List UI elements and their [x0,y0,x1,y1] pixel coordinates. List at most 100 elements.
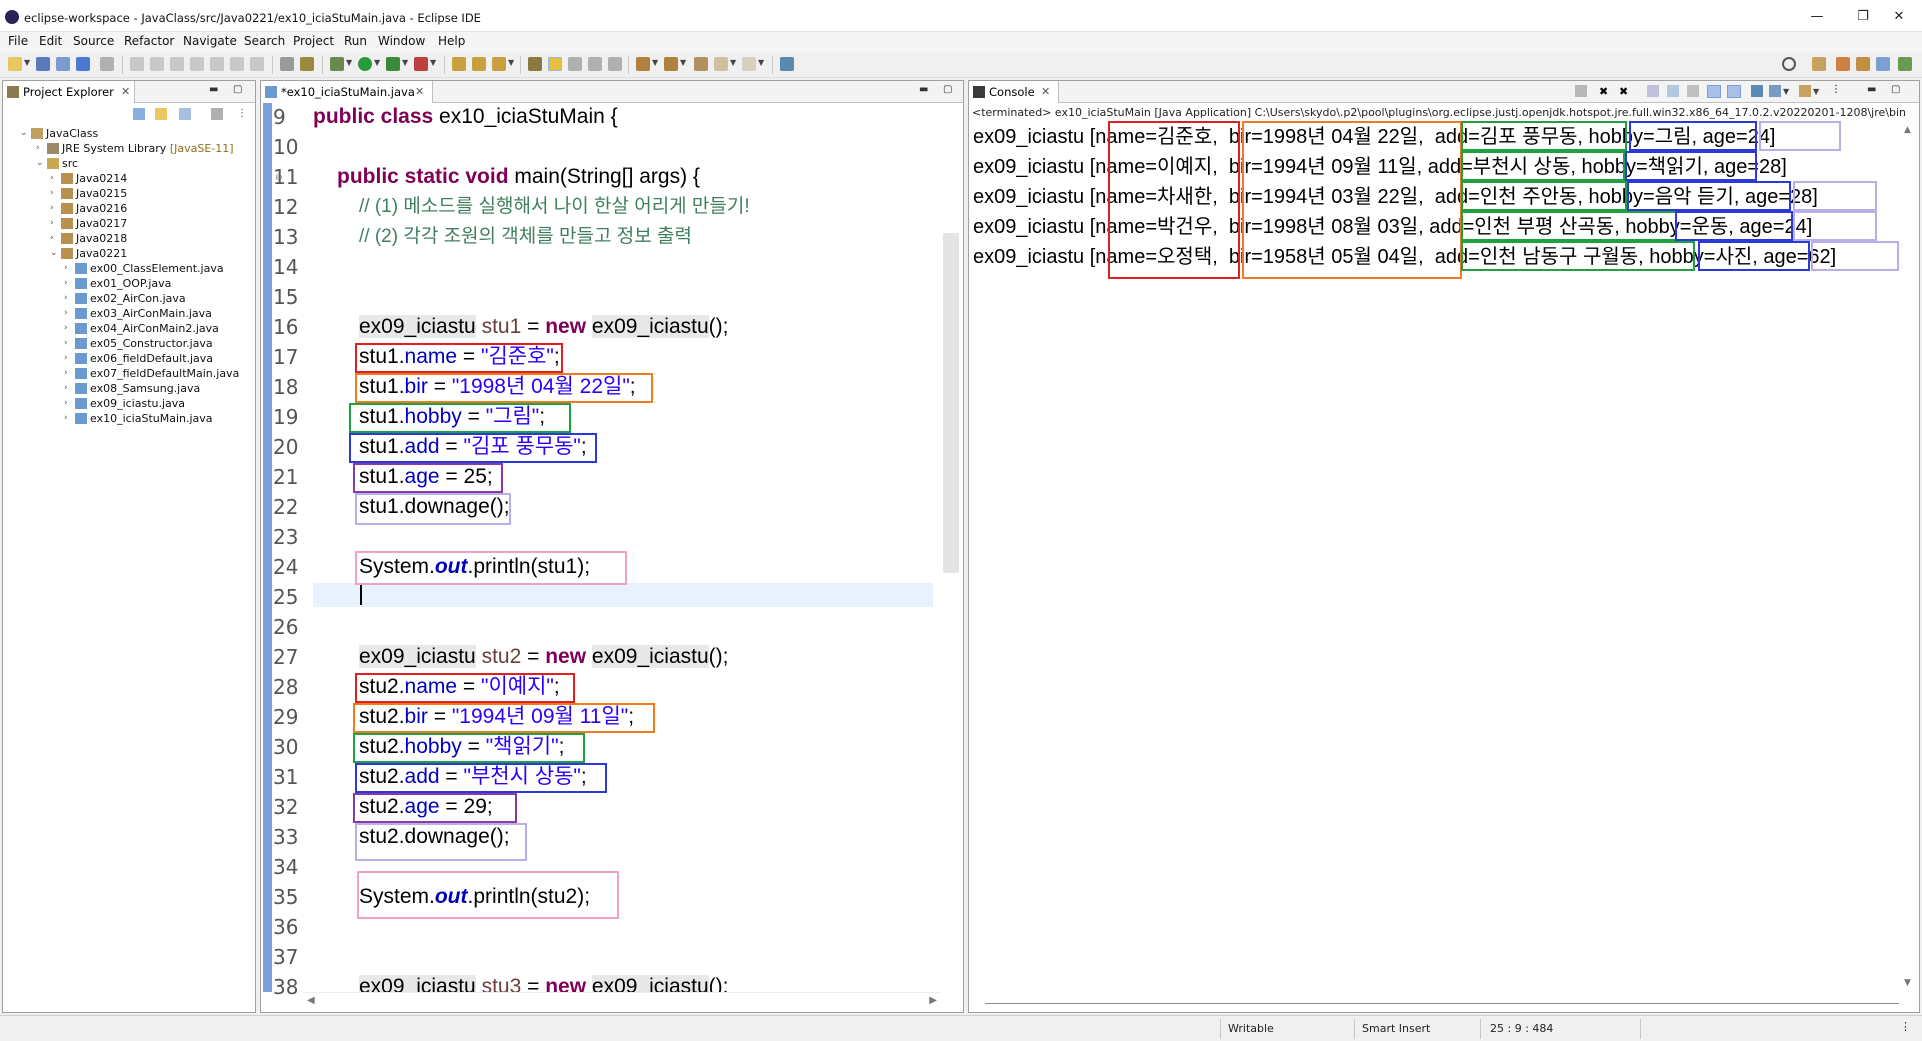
new-icon[interactable] [8,57,22,71]
menu-project[interactable]: Project [293,34,334,48]
last-edit-location-icon[interactable] [694,57,708,71]
word-wrap-icon[interactable] [1687,85,1699,97]
close-icon[interactable]: ✕ [121,81,130,103]
chevron-right-icon[interactable]: › [64,351,68,366]
more-icon[interactable]: ⋮ [237,108,247,119]
skip-breakpoints-icon[interactable] [100,57,114,71]
view-menu-icon[interactable]: ⋮ [1831,84,1841,95]
chevron-down-icon[interactable]: ⌄ [50,246,58,261]
dropdown-arrow-icon[interactable]: ▼ [730,58,736,67]
chevron-right-icon[interactable]: › [64,411,68,426]
dropdown-arrow-icon[interactable]: ▼ [430,58,436,67]
scroll-right-icon[interactable]: ▶ [929,995,937,1006]
scroll-up-icon[interactable]: ▲ [1904,125,1911,135]
step-return-icon[interactable] [250,57,264,71]
tab-editor-file[interactable]: *ex10_iciaStuMain.java ✕ [261,81,433,103]
chevron-right-icon[interactable]: › [64,381,68,396]
remove-launch-icon[interactable]: ✖ [1599,85,1608,98]
chevron-right-icon[interactable]: › [64,366,68,381]
show-whitespace-icon[interactable] [588,57,602,71]
chevron-right-icon[interactable]: › [64,291,68,306]
java-perspective-icon[interactable] [1856,57,1870,71]
view-menu-icon[interactable] [211,108,223,120]
dropdown-arrow-icon[interactable]: ▼ [758,58,764,67]
back-icon[interactable] [714,57,728,71]
dropdown-arrow-icon[interactable]: ▼ [374,58,380,67]
dropdown-arrow-icon[interactable]: ▼ [508,58,514,67]
chevron-right-icon[interactable]: › [50,216,54,231]
menu-window[interactable]: Window [378,34,425,48]
chevron-right-icon[interactable]: › [50,186,54,201]
vertical-scrollbar[interactable]: ▲ ▼ [1901,125,1917,988]
filter-icon[interactable] [179,108,191,120]
chevron-right-icon[interactable]: › [50,201,54,216]
search-icon[interactable] [1782,57,1796,71]
show-on-output-icon[interactable] [1707,85,1721,98]
menu-help[interactable]: Help [438,34,465,48]
menu-file[interactable]: File [8,34,28,48]
horizontal-scrollbar[interactable] [985,1003,1899,1004]
terminate-icon[interactable] [1575,85,1587,97]
close-button[interactable]: ✕ [1876,6,1922,28]
debug-config-icon[interactable] [300,57,314,71]
scrollbar-thumb[interactable] [943,233,959,573]
tab-project-explorer[interactable]: Project Explorer ✕ [3,81,135,103]
open-type-icon[interactable] [528,57,542,71]
dropdown-arrow-icon[interactable]: ▼ [24,58,30,67]
chevron-right-icon[interactable]: › [64,396,68,411]
toggle-block-selection-icon[interactable] [568,57,582,71]
new-class-icon[interactable] [492,57,506,71]
close-icon[interactable]: ✕ [415,81,424,103]
save-all-icon[interactable] [56,57,70,71]
dropdown-arrow-icon[interactable]: ▼ [1813,87,1819,96]
dropdown-arrow-icon[interactable]: ▼ [402,58,408,67]
more-icon[interactable]: ⋮ [1900,1020,1911,1033]
terminate-icon[interactable] [170,57,184,71]
minimize-view-icon[interactable]: ▬ [1867,84,1876,95]
chevron-right-icon[interactable]: › [64,276,68,291]
previous-annotation-icon[interactable] [664,57,678,71]
next-annotation-icon[interactable] [636,57,650,71]
menu-source[interactable]: Source [73,34,114,48]
minimize-button[interactable]: — [1794,6,1840,28]
coverage-icon[interactable] [386,57,400,71]
step-over-icon[interactable] [230,57,244,71]
minimize-view-icon[interactable]: ▬ [209,84,218,95]
chevron-right-icon[interactable]: › [50,231,54,246]
chevron-right-icon[interactable]: › [50,171,54,186]
chevron-right-icon[interactable]: › [36,141,40,156]
suspend-icon[interactable] [150,57,164,71]
link-with-editor-icon[interactable] [155,108,167,120]
dropdown-arrow-icon[interactable]: ▼ [346,58,352,67]
insert-mode-status[interactable]: Smart Insert [1362,1022,1430,1035]
scroll-down-icon[interactable]: ▼ [1904,978,1911,988]
step-into-icon[interactable] [210,57,224,71]
minimize-view-icon[interactable]: ▬ [919,84,928,95]
external-tools-icon[interactable] [414,57,428,71]
use-step-filters-icon[interactable] [280,57,294,71]
scroll-left-icon[interactable]: ◀ [307,995,315,1006]
chevron-down-icon[interactable]: ⌄ [20,126,28,141]
tab-console[interactable]: Console ✕ [969,81,1059,103]
run-icon[interactable] [358,57,372,71]
show-on-error-icon[interactable] [1727,85,1741,98]
save-icon[interactable] [36,57,50,71]
pin-editor-icon[interactable] [780,57,794,71]
collapse-all-icon[interactable] [133,108,145,120]
menu-run[interactable]: Run [344,34,367,48]
resume-icon[interactable] [130,57,144,71]
menu-navigate[interactable]: Navigate [183,34,237,48]
vertical-scrollbar[interactable] [941,103,961,992]
chevron-right-icon[interactable]: › [64,336,68,351]
menu-search[interactable]: Search [244,34,285,48]
open-perspective-icon[interactable] [1812,57,1826,71]
toggle-mark-occurrences-icon[interactable] [548,57,562,71]
chevron-right-icon[interactable]: › [64,261,68,276]
remove-all-launches-icon[interactable]: ✖ [1619,85,1628,98]
dropdown-arrow-icon[interactable]: ▼ [652,58,658,67]
java-ee-perspective-icon[interactable] [1836,57,1850,71]
debug-icon[interactable] [330,57,344,71]
disconnect-icon[interactable] [190,57,204,71]
maximize-view-icon[interactable]: ▢ [943,84,952,95]
open-console-icon[interactable] [1799,85,1811,97]
